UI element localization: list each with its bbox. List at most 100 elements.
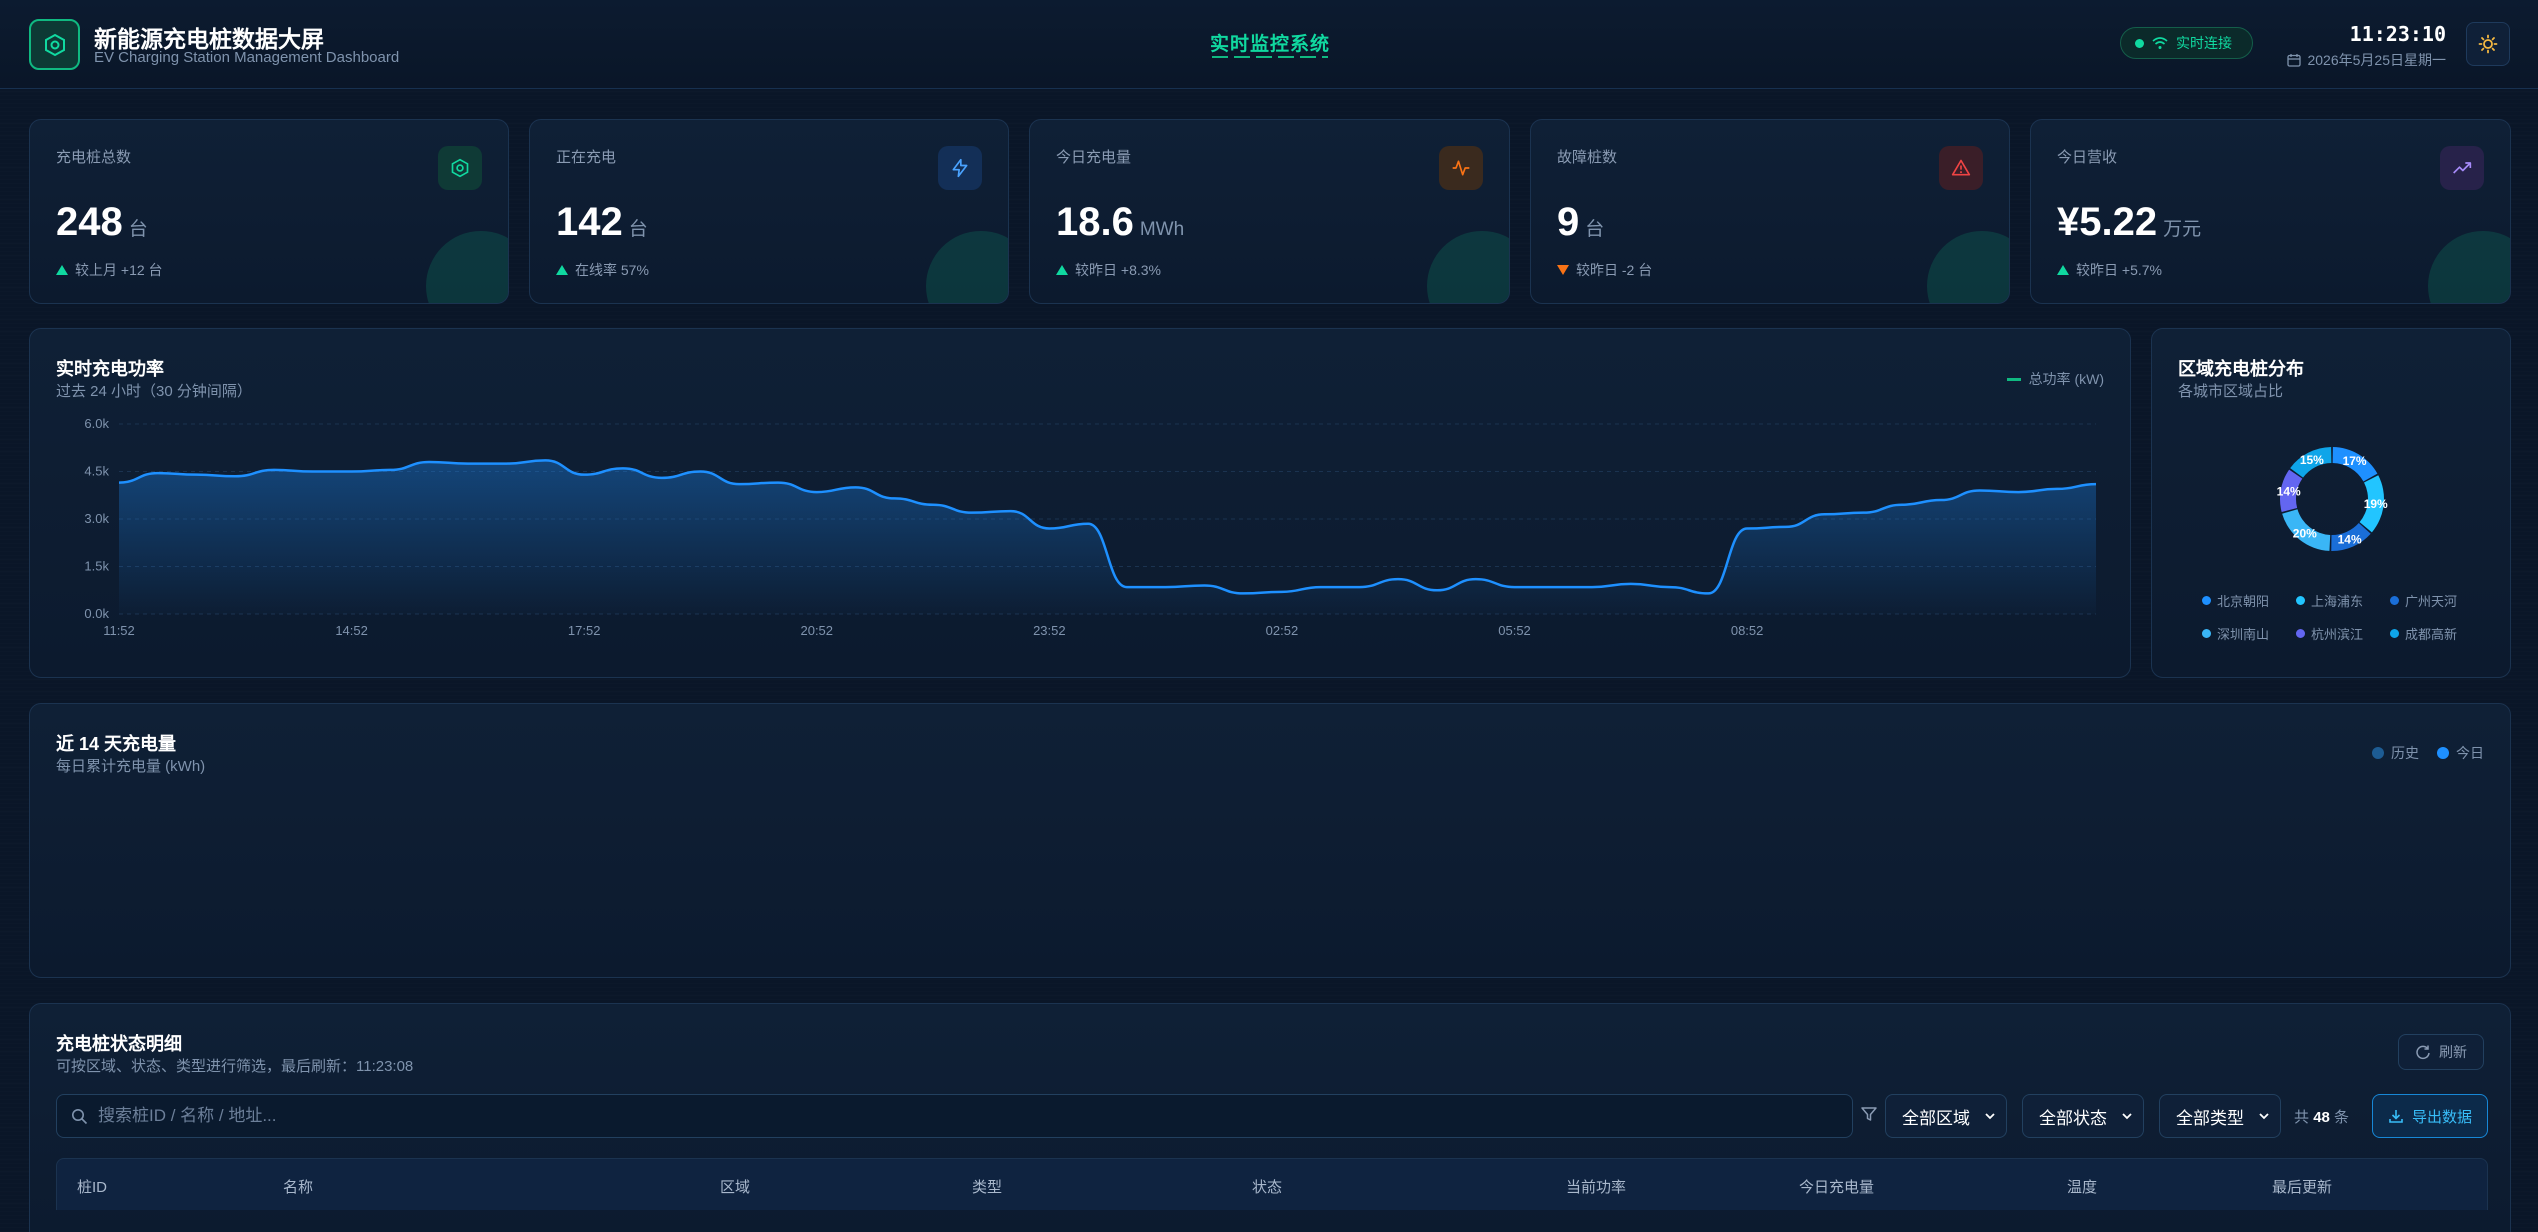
stat-value: 9台: [1557, 200, 1604, 245]
y-tick-label: 3.0k: [84, 511, 109, 526]
legend-item: 北京朝阳: [2202, 591, 2284, 610]
filter-icon: [1861, 1107, 1877, 1121]
stat-number: 18.6: [1056, 200, 1134, 244]
column-header-power[interactable]: 当前功率: [1566, 1176, 1626, 1197]
stat-delta-text: 较昨日 +5.7%: [2076, 262, 2162, 278]
stat-label: 充电桩总数: [56, 149, 132, 166]
stat-delta-text: 较昨日 -2 台: [1576, 262, 1653, 278]
y-tick-label: 1.5k: [84, 559, 109, 574]
legend-item: 杭州滨江: [2296, 624, 2378, 643]
system-title: 实时监控系统: [1209, 34, 1330, 55]
legend-label: 杭州滨江: [2311, 627, 2364, 642]
region-panel: 区域充电桩分布 各城市区域占比 17% 19% 14% 20% 14% 15% 北京朝阳上…: [2151, 328, 2511, 678]
select-value: 全部类型: [2176, 1108, 2244, 1128]
column-header-id[interactable]: 桩ID: [77, 1176, 107, 1197]
alert-triangle-icon: [1951, 159, 1971, 176]
stat-delta: 在线率 57%: [556, 260, 649, 280]
stat-icon-box: [938, 146, 982, 190]
legend-dot: [2202, 596, 2211, 605]
chevron-down-icon: [2122, 1113, 2132, 1120]
count-suffix: 条: [2334, 1109, 2350, 1126]
donut-slice-label: 14%: [2338, 532, 2362, 546]
region-filter-select[interactable]: 全部区域: [1885, 1094, 2007, 1138]
donut-slice-label: 19%: [2364, 497, 2388, 511]
legend-dot: [2202, 629, 2211, 638]
chevron-down-icon: [1985, 1113, 1995, 1120]
stat-card-faults: 故障桩数 9台 较昨日 -2 台: [1530, 119, 2010, 304]
column-header-temperature[interactable]: 温度: [2067, 1176, 2097, 1197]
power-chart-panel: 实时充电功率 过去 24 小时（30 分钟间隔） 总功率 (kW) 6.0k 4.…: [29, 328, 2131, 678]
panel-title: 充电桩状态明细: [56, 1034, 182, 1054]
panel-subtitle: 可按区域、状态、类型进行筛选，最后刷新：11:23:08: [56, 1058, 414, 1075]
stat-value: 142 台: [556, 200, 648, 245]
stat-value: 18.6 MWh: [1056, 200, 1184, 245]
stat-delta-text: 较上月 +12 台: [75, 262, 163, 278]
legend-label: 深圳南山: [2217, 627, 2270, 642]
legend-dot: [2296, 629, 2305, 638]
donut-slice-label: 20%: [2293, 527, 2317, 541]
column-header-updated[interactable]: 最后更新: [2272, 1176, 2332, 1197]
legend-dot: [2390, 596, 2399, 605]
select-value: 全部区域: [1902, 1108, 1970, 1128]
legend-dot: [2372, 747, 2384, 759]
column-header-region[interactable]: 区域: [720, 1176, 750, 1197]
card-decoration: [1427, 231, 1509, 303]
x-tick-label: 11:52: [103, 623, 135, 638]
stat-unit: 台: [628, 219, 648, 240]
export-button[interactable]: 导出数据: [2372, 1094, 2488, 1138]
stat-value: 248 台: [56, 200, 148, 245]
clock: 11:23:10: [2349, 22, 2446, 46]
date-text: 2026年5月25日星期一: [2307, 52, 2446, 68]
theme-toggle-button[interactable]: [2466, 22, 2510, 66]
legend-label: 历史: [2391, 745, 2419, 761]
status-filter-select[interactable]: 全部状态: [2022, 1094, 2144, 1138]
stat-icon-box: [1939, 146, 1983, 190]
stat-unit: 万元: [2163, 219, 2202, 240]
column-header-type[interactable]: 类型: [972, 1176, 1002, 1197]
trending-up-icon: [2453, 162, 2472, 174]
stat-number: 9: [1557, 200, 1580, 244]
stat-icon-box: [438, 146, 482, 190]
card-decoration: [426, 231, 508, 303]
export-label: 导出数据: [2411, 1108, 2472, 1126]
search-input[interactable]: [98, 1106, 1852, 1126]
y-tick-label: 6.0k: [84, 416, 109, 431]
card-decoration: [2428, 231, 2510, 303]
y-tick-label: 4.5k: [84, 464, 109, 479]
stat-label: 故障桩数: [1557, 149, 1618, 166]
stat-icon-box: [1439, 146, 1483, 190]
refresh-button[interactable]: 刷新: [2398, 1034, 2484, 1070]
trend-down-icon: [1557, 265, 1569, 275]
stat-label: 今日营收: [2057, 149, 2118, 166]
date-display: 2026年5月25日星期一: [2270, 50, 2446, 70]
chevron-down-icon: [2259, 1113, 2269, 1120]
search-icon: [72, 1108, 88, 1124]
count-number: 48: [2313, 1109, 2330, 1126]
stat-label: 今日充电量: [1056, 149, 1132, 166]
legend-item: 上海浦东: [2296, 591, 2378, 610]
x-tick-label: 17:52: [568, 623, 601, 638]
logo: [29, 19, 80, 70]
x-tick-label: 05:52: [1498, 623, 1531, 638]
stat-card-energy: 今日充电量 18.6 MWh 较昨日 +8.3%: [1029, 119, 1510, 304]
stat-card-charging: 正在充电 142 台 在线率 57%: [529, 119, 1009, 304]
column-header-status[interactable]: 状态: [1252, 1176, 1282, 1197]
column-header-energy[interactable]: 今日充电量: [1799, 1176, 1874, 1197]
type-filter-select[interactable]: 全部类型: [2159, 1094, 2281, 1138]
stat-number: 142: [556, 200, 623, 244]
column-header-name[interactable]: 名称: [283, 1176, 313, 1197]
legend-dot: [2390, 629, 2399, 638]
search-field[interactable]: [56, 1094, 1853, 1138]
series-area: [119, 460, 2096, 614]
stat-number: ¥5.22: [2057, 200, 2158, 244]
legend-label: 上海浦东: [2311, 594, 2364, 609]
stat-value: ¥5.22 万元: [2057, 200, 2201, 245]
trend-up-icon: [2057, 265, 2069, 275]
chart-legend: 历史 今日: [2372, 743, 2484, 763]
legend-item: 广州天河: [2390, 591, 2472, 610]
stat-delta: 较昨日 -2 台: [1557, 260, 1652, 280]
cpu-icon: [44, 33, 65, 56]
panel-subtitle: 每日累计充电量 (kWh): [56, 758, 206, 775]
trend-up-icon: [556, 265, 568, 275]
calendar-icon: [2287, 54, 2302, 67]
